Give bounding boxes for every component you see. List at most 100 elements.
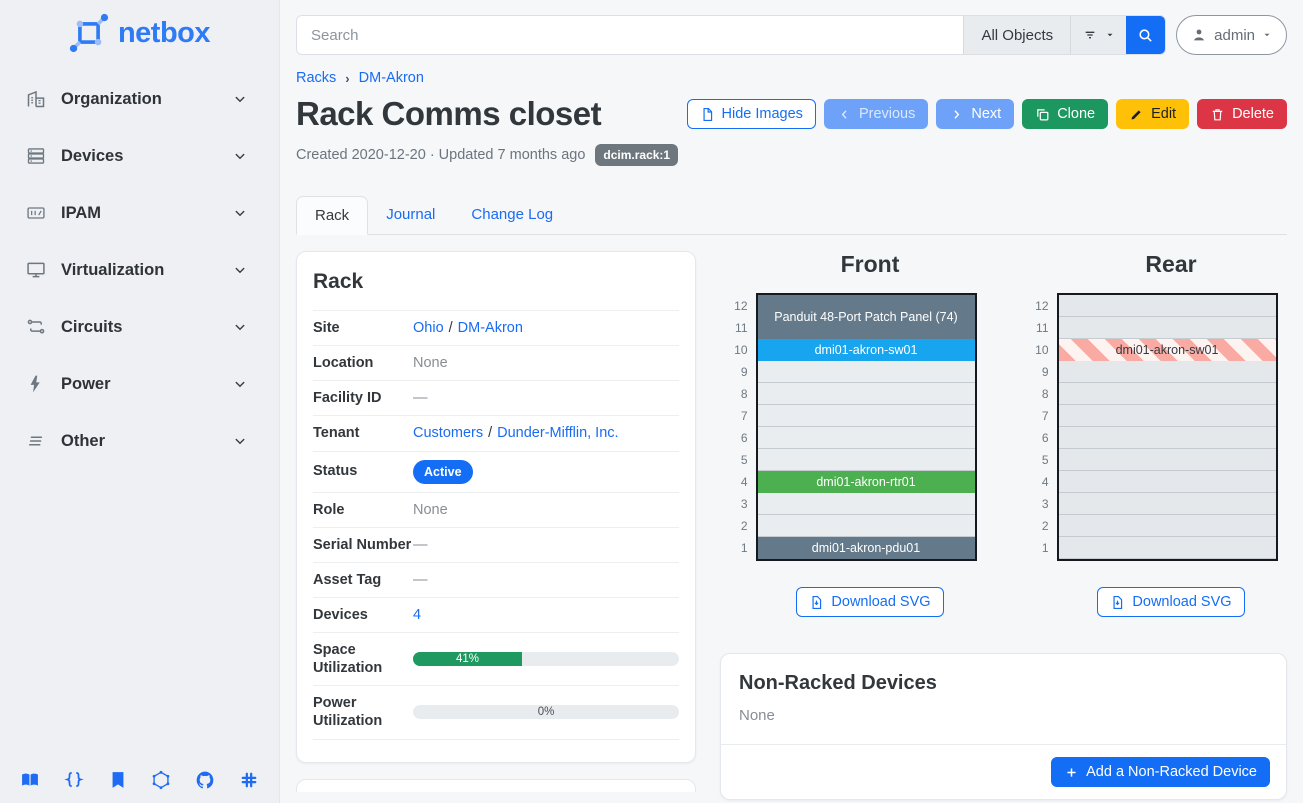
tenant-link[interactable]: Dunder-Mifflin, Inc. xyxy=(497,425,618,441)
edit-button[interactable]: Edit xyxy=(1116,99,1189,129)
breadcrumb-dm-akron[interactable]: DM-Akron xyxy=(359,70,424,86)
created-updated-text: Created 2020-12-20 · Updated 7 months ag… xyxy=(296,147,585,163)
unit-number: 7 xyxy=(1031,405,1049,427)
site-link[interactable]: DM-Akron xyxy=(458,320,523,336)
unit-number: 9 xyxy=(730,361,748,383)
sidebar-item-ipam[interactable]: IPAM xyxy=(0,195,279,231)
rack-unit-slot[interactable] xyxy=(1059,537,1276,559)
sidebar-item-label: Power xyxy=(61,375,231,394)
rack-unit-slot[interactable] xyxy=(1059,405,1276,427)
power-utilization-label: 0% xyxy=(413,705,679,719)
tab-change-log[interactable]: Change Log xyxy=(453,196,571,234)
rack-unit-slot[interactable] xyxy=(1059,471,1276,493)
github-icon[interactable] xyxy=(195,770,215,790)
hide-images-button[interactable]: Hide Images xyxy=(687,99,816,129)
rack-unit-slot[interactable] xyxy=(1059,383,1276,405)
tenant-group-link[interactable]: Customers xyxy=(413,425,483,441)
panel-footer: Add a Non-Racked Device xyxy=(721,744,1286,799)
attr-row-power-utilization: Power Utilization 0% xyxy=(313,686,679,739)
tab-journal[interactable]: Journal xyxy=(368,196,453,234)
rack-unit-slot[interactable] xyxy=(1059,515,1276,537)
graphql-icon[interactable] xyxy=(151,770,171,790)
rack-unit-slot[interactable] xyxy=(758,427,975,449)
docs-book-open-icon[interactable] xyxy=(20,770,40,790)
unit-number: 6 xyxy=(1031,427,1049,449)
attr-row-devices: Devices 4 xyxy=(313,598,679,633)
search-scope-button[interactable]: All Objects xyxy=(963,16,1070,54)
breadcrumb-racks[interactable]: Racks xyxy=(296,70,336,86)
unit-number: 10 xyxy=(730,339,748,361)
clone-button[interactable]: Clone xyxy=(1022,99,1108,129)
rack-unit-slot[interactable] xyxy=(758,449,975,471)
caret-down-icon xyxy=(1262,30,1272,40)
sidebar-item-virtualization[interactable]: Virtualization xyxy=(0,252,279,288)
chevron-down-icon xyxy=(231,432,249,450)
delete-button[interactable]: Delete xyxy=(1197,99,1287,129)
netbox-logo-icon xyxy=(69,13,109,53)
search-input[interactable] xyxy=(297,16,963,54)
api-book-icon[interactable] xyxy=(108,770,128,790)
previous-button[interactable]: Previous xyxy=(824,99,928,129)
rack-unit-slot[interactable] xyxy=(1059,317,1276,339)
power-utilization-bar: 0% xyxy=(413,705,679,719)
code-braces-icon[interactable] xyxy=(64,770,84,790)
sidebar-item-label: Organization xyxy=(61,90,231,109)
netbox-logo[interactable]: netbox xyxy=(0,0,279,77)
front-elevation-title: Front xyxy=(764,251,977,278)
devices-count-link[interactable]: 4 xyxy=(413,607,421,623)
unit-number: 8 xyxy=(730,383,748,405)
main-content: All Objects admin Racks › DM-Akron Rack … xyxy=(280,0,1303,803)
add-non-racked-device-button[interactable]: Add a Non-Racked Device xyxy=(1051,757,1270,787)
sidebar-item-other[interactable]: Other xyxy=(0,423,279,459)
rack-unit-slot[interactable] xyxy=(1059,427,1276,449)
serial-value: — xyxy=(413,537,679,553)
object-meta: Created 2020-12-20 · Updated 7 months ag… xyxy=(296,144,1287,166)
rear-download-svg-button[interactable]: Download SVG xyxy=(1097,587,1244,617)
chevron-down-icon xyxy=(231,318,249,336)
next-button[interactable]: Next xyxy=(936,99,1014,129)
flash-icon xyxy=(26,374,46,394)
rack-attributes-panel: Rack Site Ohio / DM-Akron Location None xyxy=(296,251,696,763)
rack-device[interactable]: dmi01-akron-rtr01 xyxy=(758,471,975,493)
image-file-icon xyxy=(700,107,715,122)
slack-icon[interactable] xyxy=(239,770,259,790)
rack-unit-slot[interactable] xyxy=(758,515,975,537)
asset-tag-value: — xyxy=(413,572,679,588)
front-elevation: Front 121110987654321 Panduit 48-Port Pa… xyxy=(730,251,977,617)
user-name: admin xyxy=(1214,27,1255,44)
sidebar-item-label: Other xyxy=(61,432,231,451)
sidebar-item-circuits[interactable]: Circuits xyxy=(0,309,279,345)
rack-device[interactable]: dmi01-akron-sw01 xyxy=(758,339,975,361)
sidebar-item-devices[interactable]: Devices xyxy=(0,138,279,174)
unit-number: 2 xyxy=(1031,515,1049,537)
rack-unit-slot[interactable] xyxy=(1059,295,1276,317)
rack-unit-slot[interactable] xyxy=(758,405,975,427)
breadcrumb-separator-icon: › xyxy=(345,71,349,86)
attr-row-status: Status Active xyxy=(313,452,679,493)
tab-rack[interactable]: Rack xyxy=(296,196,368,235)
object-id-badge: dcim.rack:1 xyxy=(595,144,678,166)
rack-unit-slot[interactable] xyxy=(758,383,975,405)
user-menu-button[interactable]: admin xyxy=(1176,15,1287,55)
search-filter-button[interactable] xyxy=(1070,16,1126,54)
attr-row-role: Role None xyxy=(313,493,679,528)
rack-unit-slot[interactable] xyxy=(1059,493,1276,515)
list-icon xyxy=(26,431,46,451)
rack-unit-slot[interactable] xyxy=(1059,449,1276,471)
unit-number: 2 xyxy=(730,515,748,537)
circuit-icon xyxy=(26,317,46,337)
rack-device[interactable]: dmi01-akron-sw01 xyxy=(1059,339,1276,361)
sidebar-item-organization[interactable]: Organization xyxy=(0,81,279,117)
site-group-link[interactable]: Ohio xyxy=(413,320,444,336)
search-submit-button[interactable] xyxy=(1126,16,1165,54)
rack-unit-slot[interactable] xyxy=(1059,361,1276,383)
rack-device[interactable]: Panduit 48-Port Patch Panel (74) xyxy=(758,295,975,339)
sidebar-footer xyxy=(0,770,279,790)
unit-number: 7 xyxy=(730,405,748,427)
filter-icon xyxy=(1082,27,1098,43)
rack-device[interactable]: dmi01-akron-pdu01 xyxy=(758,537,975,559)
front-download-svg-button[interactable]: Download SVG xyxy=(796,587,943,617)
rack-unit-slot[interactable] xyxy=(758,493,975,515)
sidebar-item-power[interactable]: Power xyxy=(0,366,279,402)
rack-unit-slot[interactable] xyxy=(758,361,975,383)
